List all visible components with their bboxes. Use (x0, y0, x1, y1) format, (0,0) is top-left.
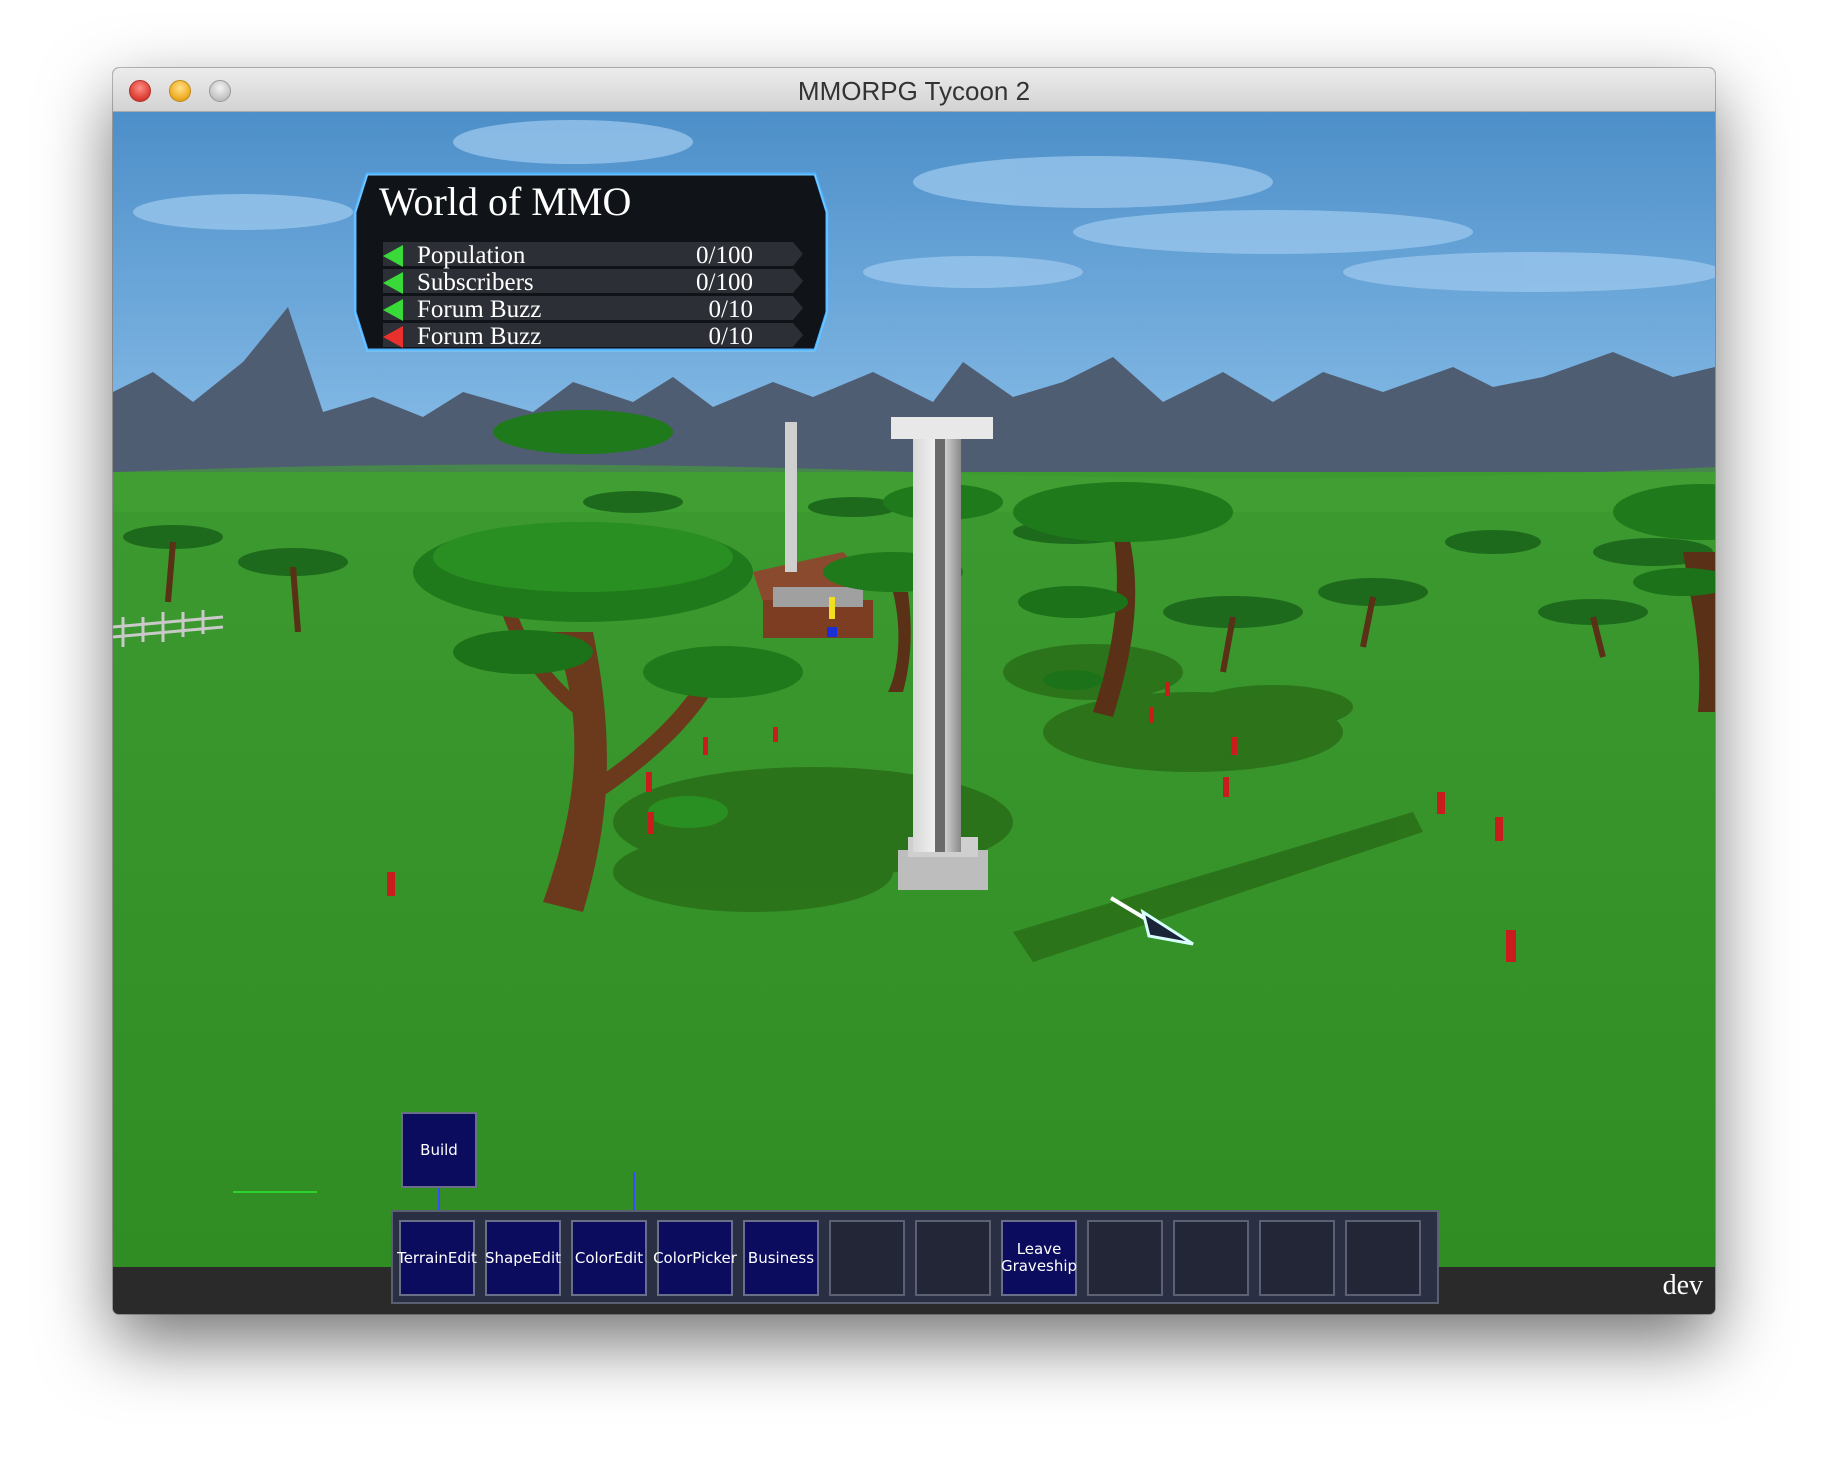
stat-population: Population 0/100 (383, 242, 783, 269)
tool-connector (633, 1172, 635, 1212)
ground-indicator-line (233, 1191, 317, 1193)
world-name: World of MMO (379, 179, 632, 224)
empty-slot[interactable] (1087, 1220, 1163, 1296)
trend-up-icon (383, 272, 403, 294)
stat-value: 0/100 (696, 242, 753, 269)
color-edit-button[interactable]: ColorEdit (571, 1220, 647, 1296)
shape-edit-button[interactable]: ShapeEdit (485, 1220, 561, 1296)
build-connector (438, 1188, 440, 1212)
stat-subscribers: Subscribers 0/100 (383, 269, 783, 296)
quest-marker (829, 597, 835, 619)
stat-label: Subscribers (417, 269, 534, 296)
window-title: MMORPG Tycoon 2 (797, 76, 1031, 106)
stat-value: 0/10 (708, 323, 753, 350)
tool-bar: TerrainEdit ShapeEdit ColorEdit ColorPic… (391, 1210, 1439, 1304)
trend-down-icon (383, 326, 403, 348)
game-viewport[interactable]: World of MMO Population 0/100 Subscriber… (113, 112, 1715, 1314)
terrain-edit-button[interactable]: TerrainEdit (397, 1220, 477, 1296)
mode-label: dev (1662, 1270, 1703, 1301)
trend-up-icon (383, 245, 403, 267)
stat-value: 0/100 (696, 269, 753, 296)
empty-slot[interactable] (1345, 1220, 1421, 1296)
empty-slot[interactable] (1173, 1220, 1249, 1296)
build-button[interactable]: Build (401, 1112, 477, 1188)
stat-label: Population (417, 242, 526, 269)
title-bar[interactable]: MMORPG Tycoon 2 (113, 68, 1715, 112)
color-picker-button[interactable]: ColorPicker (653, 1220, 737, 1296)
stat-value: 0/10 (708, 296, 753, 323)
leave-graveship-button[interactable]: Leave Graveship (1001, 1220, 1077, 1296)
stat-forum-buzz: Forum Buzz 0/10 (383, 296, 783, 323)
business-button[interactable]: Business (743, 1220, 819, 1296)
stat-label: Forum Buzz (417, 323, 542, 350)
stat-label: Forum Buzz (417, 296, 542, 323)
trend-up-icon (383, 299, 403, 321)
world-stats-panel: World of MMO Population 0/100 Subscriber… (353, 172, 829, 352)
stat-forum-buzz-negative: Forum Buzz 0/10 (383, 323, 783, 350)
empty-slot[interactable] (829, 1220, 905, 1296)
empty-slot[interactable] (915, 1220, 991, 1296)
game-window: MMORPG Tycoon 2 World of MMO Population … (113, 68, 1715, 1314)
empty-slot[interactable] (1259, 1220, 1335, 1296)
